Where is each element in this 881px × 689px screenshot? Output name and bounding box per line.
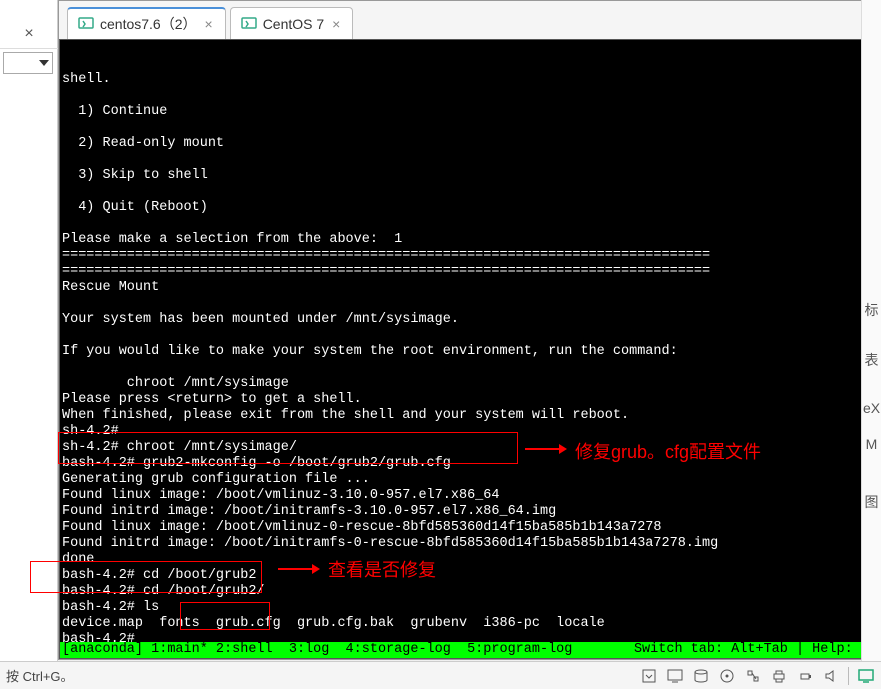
screen-icon[interactable] (666, 667, 684, 685)
side-label: 图 (862, 492, 881, 512)
terminal-line (62, 216, 877, 232)
tab-centos7[interactable]: CentOS 7 × (230, 7, 354, 39)
terminal-line (62, 296, 877, 312)
terminal-line: When finished, please exit from the shel… (62, 408, 877, 424)
terminal-line: bash-4.2# ls (62, 600, 877, 616)
status-left: [anaconda] 1:main* 2:shell 3:log 4:stora… (62, 642, 572, 658)
terminal-line: bash-4.2# grub2-mkconfig -o /boot/grub2/… (62, 456, 877, 472)
vm-icon (241, 16, 257, 32)
dropdown-icon[interactable] (640, 667, 658, 685)
terminal-line: Your system has been mounted under /mnt/… (62, 312, 877, 328)
sound-icon[interactable] (822, 667, 840, 685)
terminal-line: Please make a selection from the above: … (62, 232, 877, 248)
tab-label: centos7.6（2） (100, 14, 197, 34)
tab-label: CentOS 7 (263, 16, 324, 32)
terminal-line: Found linux image: /boot/vmlinuz-3.10.0-… (62, 488, 877, 504)
terminal-line: ========================================… (62, 248, 877, 264)
terminal-line (62, 88, 877, 104)
terminal-line: sh-4.2# (62, 424, 877, 440)
terminal-line: sh-4.2# chroot /mnt/sysimage/ (62, 440, 877, 456)
cd-icon[interactable] (718, 667, 736, 685)
vm-icon (78, 16, 94, 32)
close-icon[interactable]: × (203, 16, 215, 32)
terminal-line: bash-4.2# cd /boot/grub2 (62, 568, 877, 584)
side-label: 表 (862, 350, 881, 370)
side-label: eX (862, 400, 881, 416)
side-label: M (862, 436, 881, 452)
status-right: Switch tab: Alt+Tab | Help: F1 (634, 642, 877, 658)
terminal-line: 3) Skip to shell (62, 168, 877, 184)
terminal-line (62, 328, 877, 344)
side-label: 标 (862, 300, 881, 320)
usb-icon[interactable] (796, 667, 814, 685)
terminal-line: device.map fonts grub.cfg grub.cfg.bak g… (62, 616, 877, 632)
network-icon[interactable] (744, 667, 762, 685)
terminal[interactable]: shell. 1) Continue 2) Read-only mount 3)… (59, 39, 880, 659)
terminal-line: Found linux image: /boot/vmlinuz-0-rescu… (62, 520, 877, 536)
terminal-status-bar: [anaconda] 1:main* 2:shell 3:log 4:stora… (60, 642, 879, 658)
left-sidebar: × (0, 0, 58, 689)
tab-bar: centos7.6（2） × CentOS 7 × (59, 1, 880, 39)
main-area: centos7.6（2） × CentOS 7 × shell. 1) Cont… (58, 0, 881, 660)
footer-hint: 按 Ctrl+G。 (6, 666, 74, 685)
terminal-line: ========================================… (62, 264, 877, 280)
right-strip: 标 表 eX M 图 (861, 0, 881, 689)
terminal-line (62, 360, 877, 376)
terminal-line: Rescue Mount (62, 280, 877, 296)
terminal-line: If you would like to make your system th… (62, 344, 877, 360)
terminal-line: Please press <return> to get a shell. (62, 392, 877, 408)
terminal-line: chroot /mnt/sysimage (62, 376, 877, 392)
footer-icons (640, 667, 875, 685)
terminal-line (62, 184, 877, 200)
terminal-line: done (62, 552, 877, 568)
terminal-line: Found initrd image: /boot/initramfs-0-re… (62, 536, 877, 552)
terminal-line (62, 120, 877, 136)
display-icon[interactable] (857, 667, 875, 685)
terminal-line: shell. (62, 72, 877, 88)
terminal-line: 4) Quit (Reboot) (62, 200, 877, 216)
footer-bar: 按 Ctrl+G。 (0, 661, 881, 689)
terminal-line: 2) Read-only mount (62, 136, 877, 152)
disk-icon[interactable] (692, 667, 710, 685)
terminal-line (62, 152, 877, 168)
terminal-line: Found initrd image: /boot/initramfs-3.10… (62, 504, 877, 520)
close-icon[interactable]: × (330, 16, 342, 32)
terminal-line: 1) Continue (62, 104, 877, 120)
terminal-line: bash-4.2# cd /boot/grub2/ (62, 584, 877, 600)
sidebar-dropdown[interactable] (3, 52, 53, 74)
close-icon[interactable]: × (0, 25, 58, 49)
printer-icon[interactable] (770, 667, 788, 685)
terminal-line: Generating grub configuration file ... (62, 472, 877, 488)
tab-centos76-2[interactable]: centos7.6（2） × (67, 7, 226, 39)
